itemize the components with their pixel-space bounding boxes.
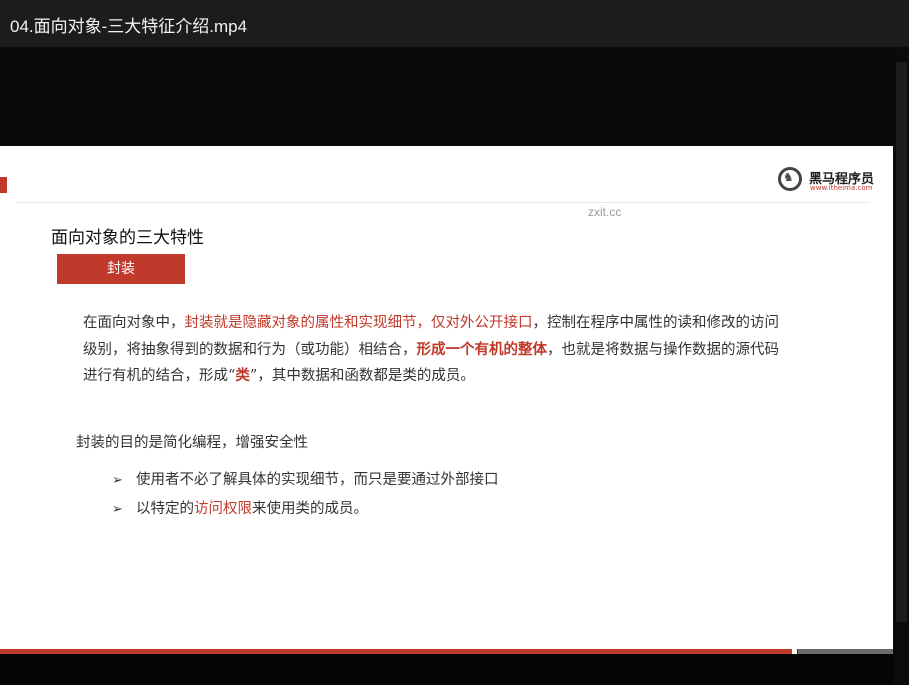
logo-url: www.itheima.com: [810, 184, 873, 192]
text-run: 来使用类的成员。: [252, 501, 368, 517]
highlighted-text: 访问权限: [194, 501, 252, 517]
brand-logo: ♞ 黑马程序员 www.itheima.com: [778, 165, 874, 197]
purpose-list: ➢ 使用者不必了解具体的实现细节，而只是要通过外部接口 ➢ 以特定的访问权限来使用类的…: [112, 466, 499, 524]
text-run: 在面向对象中，: [83, 315, 185, 331]
encapsulation-paragraph: 在面向对象中，封装就是隐藏对象的属性和实现细节，仅对外公开接口，控制在程序中属性…: [83, 310, 783, 390]
slide-title: 面向对象的三大特性: [51, 228, 204, 248]
highlighted-text: 形成一个有机的整体: [416, 340, 548, 358]
highlighted-text: 封装就是隐藏对象的属性和实现细节，仅对外公开接口: [184, 315, 533, 331]
player-controls-bar: [0, 654, 893, 685]
scrollbar-thumb[interactable]: [896, 62, 907, 622]
horse-glyph-icon: ♞: [783, 170, 794, 184]
text-run: 以特定的: [136, 501, 194, 517]
header-divider: [16, 202, 870, 203]
list-item: ➢ 以特定的访问权限来使用类的成员。: [112, 495, 499, 524]
purpose-heading: 封装的目的是简化编程，增强安全性: [76, 435, 308, 451]
topic-tag: 封装: [57, 254, 185, 284]
watermark: zxit.cc: [588, 205, 622, 219]
window-title-bar: 04.面向对象-三大特征介绍.mp4: [0, 0, 909, 47]
video-title: 04.面向对象-三大特征介绍.mp4: [10, 17, 248, 36]
arrow-bullet-icon: ➢: [112, 473, 123, 488]
highlighted-text: 类: [235, 367, 250, 384]
text-run: ”，其中数据和函数都是类的成员。: [249, 368, 475, 384]
slide-accent-marker: [0, 177, 7, 193]
slide-frame: ♞ 黑马程序员 www.itheima.com zxit.cc 面向对象的三大特…: [0, 146, 893, 651]
text-run: 使用者不必了解具体的实现细节，而只是要通过外部接口: [136, 472, 499, 488]
arrow-bullet-icon: ➢: [112, 502, 123, 517]
list-item: ➢ 使用者不必了解具体的实现细节，而只是要通过外部接口: [112, 466, 499, 495]
